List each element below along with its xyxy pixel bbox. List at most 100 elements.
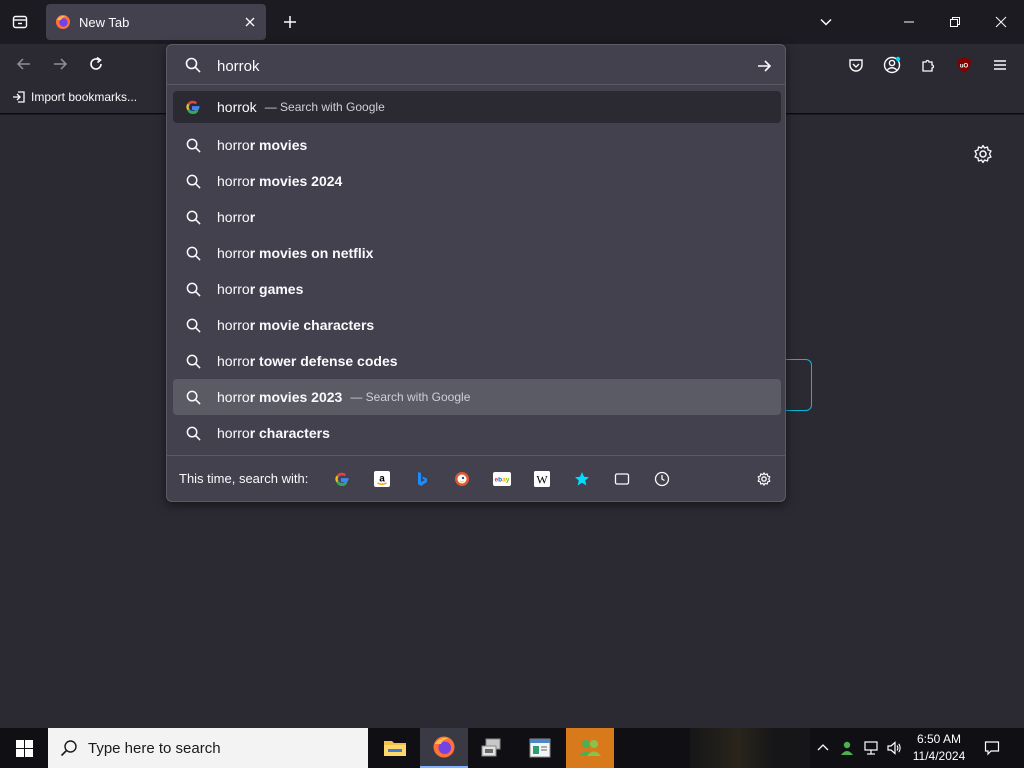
- notification-center-button[interactable]: [978, 728, 1006, 768]
- result-typed-text: horro: [217, 317, 250, 333]
- tray-network[interactable]: [860, 728, 882, 768]
- urlbar-result-row[interactable]: horro r movies 2023 — Search with Google: [173, 379, 781, 415]
- taskbar-search-box[interactable]: Type here to search: [48, 728, 368, 768]
- back-button[interactable]: [10, 50, 38, 78]
- search-tabs[interactable]: [602, 463, 642, 495]
- import-icon: [13, 91, 25, 103]
- new-tab-button[interactable]: [276, 8, 304, 36]
- urlbar-result-row[interactable]: horro r characters: [173, 415, 781, 451]
- urlbar-result-row[interactable]: horro r games: [173, 271, 781, 307]
- engine-duckduckgo[interactable]: [442, 463, 482, 495]
- search-bookmarks[interactable]: [562, 463, 602, 495]
- taskbar-network-app[interactable]: [468, 728, 516, 768]
- urlbar-result-row[interactable]: horro r: [173, 199, 781, 235]
- restore-button[interactable]: [932, 0, 978, 44]
- go-button[interactable]: [753, 55, 775, 77]
- result-suggestion-text: r movies on netflix: [249, 245, 374, 261]
- tab-title: New Tab: [79, 14, 130, 30]
- import-bookmarks-label: Import bookmarks...: [31, 90, 138, 104]
- notepad-app-icon: [529, 738, 551, 758]
- tray-user-status[interactable]: [836, 728, 858, 768]
- urlbar-result-row[interactable]: horro r movies 2024: [173, 163, 781, 199]
- search-settings-button[interactable]: [753, 468, 775, 490]
- urlbar-dropdown: horrok— Search with Googlehorror moviesh…: [166, 44, 786, 502]
- one-off-search-bar: This time, search with: a ebay W: [167, 455, 785, 501]
- ublock-button[interactable]: uO: [951, 52, 977, 78]
- windows-taskbar: Type here to search 6:50 AM 11/4/2024: [0, 728, 1024, 768]
- urlbar-result-row[interactable]: horro r movies on netflix: [173, 235, 781, 271]
- file-explorer-icon: [384, 741, 406, 756]
- notification-icon: [984, 741, 1000, 756]
- tab-new-tab[interactable]: New Tab: [46, 4, 266, 40]
- forward-button[interactable]: [46, 50, 74, 78]
- urlbar-result-row[interactable]: horro r movie characters: [173, 307, 781, 343]
- minimize-icon: [904, 21, 914, 23]
- menu-button[interactable]: [987, 52, 1013, 78]
- tray-overflow-button[interactable]: [812, 728, 834, 768]
- svg-text:W: W: [537, 472, 549, 486]
- extensions-button[interactable]: [915, 52, 941, 78]
- account-button[interactable]: [879, 52, 905, 78]
- urlbar-result-row[interactable]: horrok — Search with Google: [173, 91, 781, 123]
- clock-time: 6:50 AM: [916, 732, 962, 746]
- close-icon: [245, 17, 255, 27]
- start-button[interactable]: [0, 728, 48, 768]
- google-icon: [185, 99, 201, 115]
- result-typed-text: horro: [217, 281, 250, 297]
- tab-close-button[interactable]: [238, 10, 262, 34]
- urlbar-result-row[interactable]: horro r tower defense codes: [173, 343, 781, 379]
- reload-button[interactable]: [82, 50, 110, 78]
- close-window-button[interactable]: [978, 0, 1024, 44]
- arrow-right-icon: [758, 60, 772, 72]
- search-icon: [185, 425, 201, 441]
- import-bookmarks-link[interactable]: Import bookmarks...: [12, 90, 137, 104]
- search-icon: [185, 173, 201, 189]
- taskbar-file-explorer[interactable]: [371, 728, 419, 768]
- plus-icon: [284, 16, 296, 28]
- restore-icon: [950, 17, 960, 27]
- taskbar-firefox[interactable]: [420, 728, 468, 768]
- result-typed-text: horro: [217, 353, 250, 369]
- firefox-view-button[interactable]: [6, 8, 34, 36]
- result-action-text: — Search with Google: [264, 100, 385, 114]
- search-icon: [185, 317, 201, 333]
- ebay-icon: ebay: [493, 471, 512, 486]
- engine-bing[interactable]: [402, 463, 442, 495]
- result-suggestion-text: r movies: [249, 137, 308, 153]
- new-tab-settings-button[interactable]: [972, 143, 994, 165]
- engine-ebay[interactable]: ebay: [482, 463, 522, 495]
- search-icon: [185, 57, 201, 73]
- gear-icon: [757, 472, 771, 486]
- taskbar-clock[interactable]: 6:50 AM 11/4/2024: [906, 731, 972, 765]
- urlbar-results: horrok — Search with Google horro r movies h…: [173, 91, 781, 451]
- bing-icon: [418, 471, 428, 486]
- taskbar-people-app[interactable]: [566, 728, 614, 768]
- urlbar-input-row: [167, 45, 785, 85]
- close-icon: [995, 16, 1007, 28]
- people-app-icon: [579, 740, 601, 756]
- taskbar-notepad-app[interactable]: [516, 728, 564, 768]
- puzzle-icon: [922, 59, 935, 72]
- search-icon: [185, 245, 201, 261]
- result-suggestion-text: r movies 2023: [249, 389, 343, 405]
- urlbar-result-row[interactable]: horro r movies: [173, 127, 781, 163]
- bookmarks-icon: [575, 471, 590, 485]
- pocket-button[interactable]: [843, 52, 869, 78]
- hamburger-menu-icon: [994, 60, 1006, 70]
- network-icon: [864, 741, 878, 755]
- engine-wikipedia[interactable]: W: [522, 463, 562, 495]
- one-off-label: This time, search with:: [179, 471, 309, 486]
- result-typed-text: horro: [217, 389, 250, 405]
- search-history[interactable]: [642, 463, 682, 495]
- engine-google[interactable]: [322, 463, 362, 495]
- wikipedia-icon: W: [534, 470, 551, 487]
- engine-amazon[interactable]: a: [362, 463, 402, 495]
- minimize-button[interactable]: [886, 0, 932, 44]
- chevron-down-icon: [820, 18, 832, 26]
- user-status-icon: [841, 741, 853, 755]
- list-all-tabs-button[interactable]: [812, 8, 840, 36]
- tray-volume[interactable]: [883, 728, 905, 768]
- svg-text:a: a: [380, 473, 386, 484]
- result-suggestion-text: r movies 2024: [249, 173, 343, 189]
- urlbar-input[interactable]: [217, 55, 737, 77]
